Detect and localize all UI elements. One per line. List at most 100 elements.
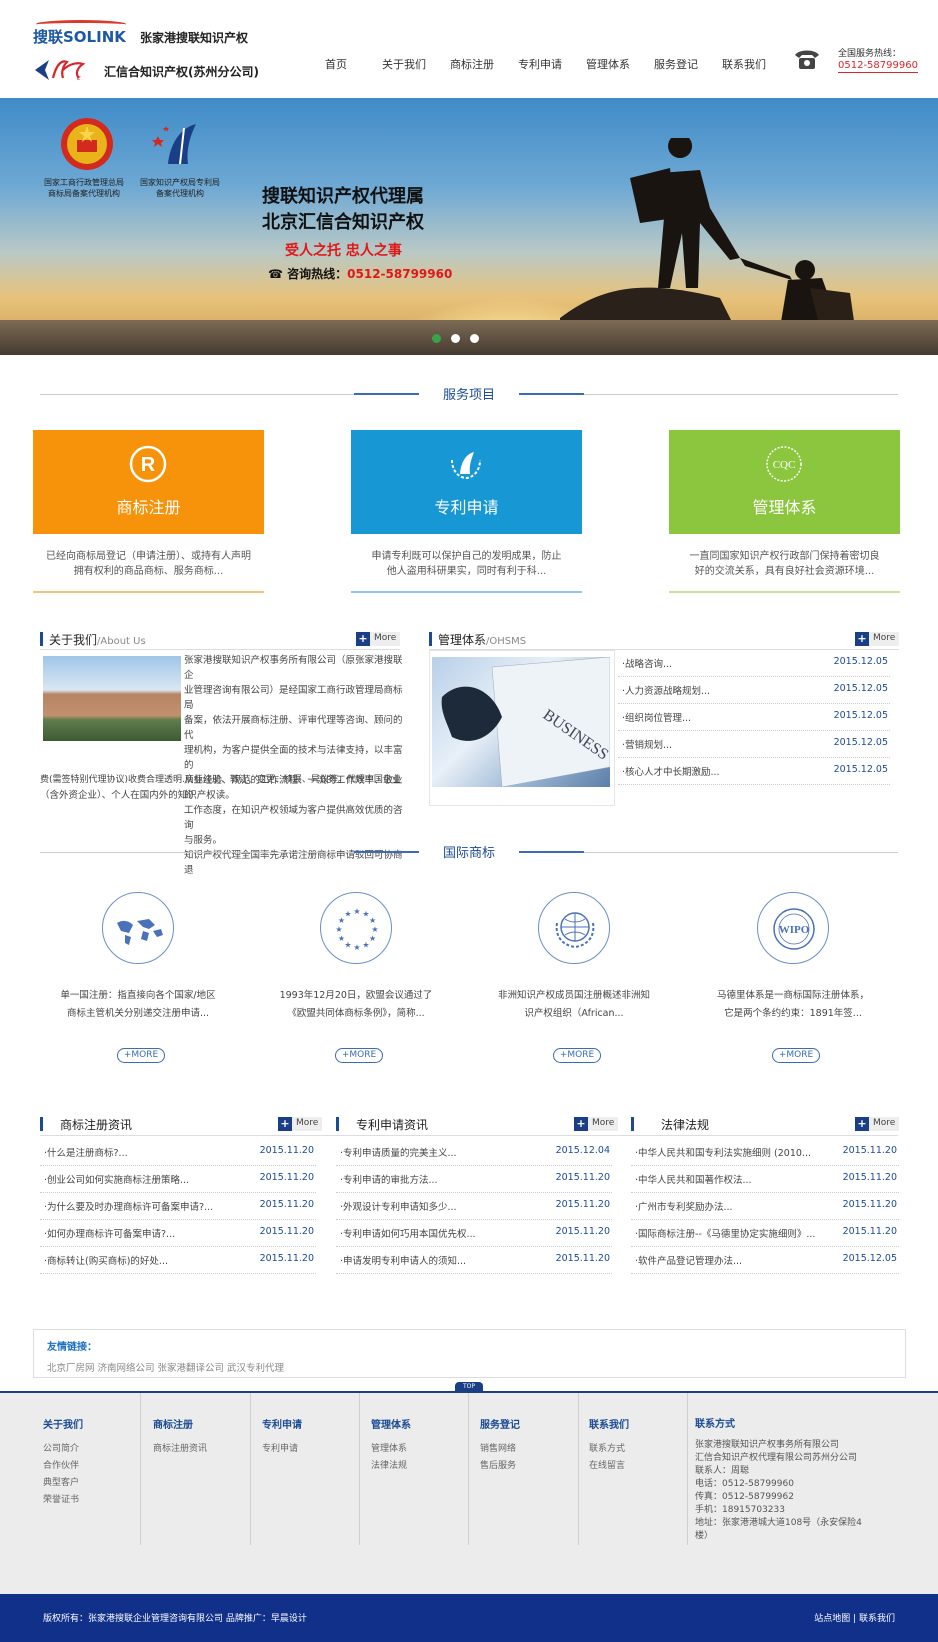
- eu-stars-icon[interactable]: ★ ★ ★ ★ ★ ★ ★ ★ ★ ★ ★ ★: [320, 892, 392, 964]
- service-management-desc: 一直同国家知识产权行政部门保持着密切良 好的交流关系，具有良好社会资源环境...: [669, 549, 900, 579]
- telephone-icon: [795, 50, 819, 69]
- more-label: More: [873, 633, 896, 643]
- footer-link[interactable]: 销售网络: [480, 1441, 520, 1458]
- item-title: ·广州市专利奖励办法...: [635, 1202, 733, 1213]
- world-map-icon[interactable]: [102, 892, 174, 964]
- huixinhe-logo-icon[interactable]: c: [33, 56, 93, 84]
- banner-hotline-number: 0512-58799960: [347, 267, 453, 281]
- item-date: 2015.12.05: [833, 710, 888, 721]
- eu-star: ★: [369, 916, 376, 925]
- footer-contact-info: 联系方式 张家港搜联知识产权事务所有限公司 汇信合知识产权代理有限公司苏州分公司…: [695, 1418, 862, 1543]
- un-emblem-glyph: [555, 912, 595, 949]
- service-trademark-card[interactable]: R 商标注册: [33, 430, 264, 534]
- nav-home[interactable]: 首页: [302, 56, 370, 72]
- intl-more-button-1[interactable]: +MORE: [117, 1048, 165, 1063]
- world-map-glyph: [117, 919, 163, 945]
- carousel-dot-3[interactable]: [470, 334, 479, 343]
- banner-title-1: 搜联知识产权代理属: [262, 186, 424, 207]
- list-item[interactable]: ·专利申请质量的完美主义... 2015.12.04: [336, 1139, 612, 1166]
- list-item[interactable]: ·中华人民共和国专利法实施细则 (2010... 2015.11.20: [631, 1139, 899, 1166]
- service-patent-card[interactable]: 专利申请: [351, 430, 582, 534]
- footer-col-heading[interactable]: 专利申请: [262, 1416, 302, 1431]
- news-patent-more-button[interactable]: + More: [574, 1117, 618, 1131]
- list-item[interactable]: ·中华人民共和国著作权法... 2015.11.20: [631, 1166, 899, 1193]
- list-item[interactable]: ·外观设计专利申请知多少... 2015.11.20: [336, 1193, 612, 1220]
- footer-link[interactable]: 商标注册资讯: [153, 1441, 207, 1458]
- list-item[interactable]: ·申请发明专利申请人的须知... 2015.11.20: [336, 1247, 612, 1274]
- about-more-button[interactable]: + More: [356, 632, 400, 646]
- list-item[interactable]: ·营销规划... 2015.12.05: [618, 731, 890, 758]
- footer-link[interactable]: 法律法规: [371, 1458, 411, 1475]
- about-line: 业管理咨询有限公司）是经国家工商行政管理局商标局: [184, 685, 403, 711]
- un-emblem-icon[interactable]: [538, 892, 610, 964]
- list-item[interactable]: ·广州市专利奖励办法... 2015.11.20: [631, 1193, 899, 1220]
- list-item[interactable]: ·核心人才中长期激励... 2015.12.05: [618, 758, 890, 785]
- service-management-card[interactable]: CQC 管理体系: [669, 430, 900, 534]
- footer-link[interactable]: 管理体系: [371, 1441, 411, 1458]
- desc-line: 1993年12月20日，欧盟会议通过了: [279, 990, 433, 1001]
- nav-management[interactable]: 管理体系: [574, 56, 642, 72]
- divider: [40, 649, 400, 650]
- ohsms-list: ·战略咨询... 2015.12.05 ·人力资源战略规划... 2015.12.0…: [618, 650, 890, 785]
- sitemap-contact-links[interactable]: 站点地图 | 联系我们: [814, 1611, 895, 1624]
- list-item[interactable]: ·国际商标注册--《马德里协定实施细则》... 2015.11.20: [631, 1220, 899, 1247]
- hero-banner[interactable]: 国家工商行政管理总局 商标局备案代理机构 国家知识产权局专利局 备案代理机构 搜…: [0, 98, 938, 355]
- list-item[interactable]: ·什么是注册商标?... 2015.11.20: [40, 1139, 316, 1166]
- list-item[interactable]: ·专利申请的审批方法... 2015.11.20: [336, 1166, 612, 1193]
- footer-link[interactable]: 专利申请: [262, 1441, 302, 1458]
- list-item[interactable]: ·战略咨询... 2015.12.05: [618, 650, 890, 677]
- phone-icon: ☎: [268, 267, 288, 281]
- intl-more-button-4[interactable]: +MORE: [772, 1048, 820, 1063]
- list-item[interactable]: ·人力资源战略规划... 2015.12.05: [618, 677, 890, 704]
- intl-more-button-2[interactable]: +MORE: [335, 1048, 383, 1063]
- desc-line: 单一国注册：指直接向各个国家/地区: [60, 990, 216, 1001]
- divider: [33, 591, 264, 593]
- list-item[interactable]: ·专利申请如何巧用本国优先权... 2015.11.20: [336, 1220, 612, 1247]
- news-law-more-button[interactable]: + More: [855, 1117, 899, 1131]
- about-line: 工作态度，在知识产权领域为客户提供高效优质的咨询: [184, 805, 403, 831]
- footer-col-heading[interactable]: 联系我们: [589, 1416, 629, 1431]
- news-law-header: 法律法规 + More: [631, 1115, 899, 1133]
- footer-col-heading[interactable]: 管理体系: [371, 1416, 411, 1431]
- cqc-certification-icon: CQC: [766, 446, 802, 482]
- list-item[interactable]: ·创业公司如何实施商标注册策略... 2015.11.20: [40, 1166, 316, 1193]
- footer-link[interactable]: 联系方式: [589, 1441, 629, 1458]
- footer-col-heading[interactable]: 服务登记: [480, 1416, 520, 1431]
- list-item[interactable]: ·软件产品登记管理办法... 2015.12.05: [631, 1247, 899, 1274]
- footer-link[interactable]: 典型客户: [43, 1475, 83, 1492]
- contact-heading: 联系方式: [695, 1419, 735, 1430]
- nav-trademark[interactable]: 商标注册: [438, 56, 506, 72]
- list-item[interactable]: ·为什么要及时办理商标许可备案申请?... 2015.11.20: [40, 1193, 316, 1220]
- friend-links-list[interactable]: 北京厂房网 济南网络公司 张家港翻译公司 武汉专利代理: [47, 1360, 284, 1374]
- list-item[interactable]: ·商标转让(购买商标)的好处... 2015.11.20: [40, 1247, 316, 1274]
- carousel-dot-2[interactable]: [451, 334, 460, 343]
- solink-logo[interactable]: 搜联SOLINK: [33, 20, 129, 44]
- eu-star: ★: [344, 909, 351, 918]
- item-date: 2015.12.05: [833, 764, 888, 775]
- desc-line: 商标主管机关分别递交注册申请...: [66, 1008, 210, 1019]
- footer-col-heading[interactable]: 商标注册: [153, 1416, 207, 1431]
- nav-about[interactable]: 关于我们: [370, 56, 438, 72]
- header-bar: [429, 632, 432, 646]
- footer-link[interactable]: 售后服务: [480, 1458, 520, 1475]
- carousel-dot-1[interactable]: [432, 334, 441, 343]
- footer-link[interactable]: 在线留言: [589, 1458, 629, 1475]
- list-item[interactable]: ·如何办理商标许可备案申请?... 2015.11.20: [40, 1220, 316, 1247]
- list-item[interactable]: ·组织岗位管理... 2015.12.05: [618, 704, 890, 731]
- svg-text:WIPO: WIPO: [779, 924, 810, 936]
- nav-service[interactable]: 服务登记: [642, 56, 710, 72]
- intl-more-button-3[interactable]: +MORE: [553, 1048, 601, 1063]
- nav-patent[interactable]: 专利申请: [506, 56, 574, 72]
- news-trademark-more-button[interactable]: + More: [278, 1117, 322, 1131]
- footer-link[interactable]: 公司简介: [43, 1441, 83, 1458]
- footer-col-heading[interactable]: 关于我们: [43, 1416, 83, 1431]
- ohsms-more-button[interactable]: + More: [855, 632, 899, 646]
- intl-section-title: 国际商标: [40, 842, 898, 862]
- footer-link[interactable]: 合作伙伴: [43, 1458, 83, 1475]
- eu-stars-glyph: ★★★★★★★★★ ★ ★★: [335, 907, 378, 952]
- footer-link[interactable]: 荣誉证书: [43, 1492, 83, 1509]
- eu-star: ★: [338, 934, 345, 943]
- nav-contact[interactable]: 联系我们: [710, 56, 778, 72]
- item-title: ·申请发明专利申请人的须知...: [340, 1256, 467, 1267]
- wipo-icon[interactable]: WIPO: [757, 892, 829, 964]
